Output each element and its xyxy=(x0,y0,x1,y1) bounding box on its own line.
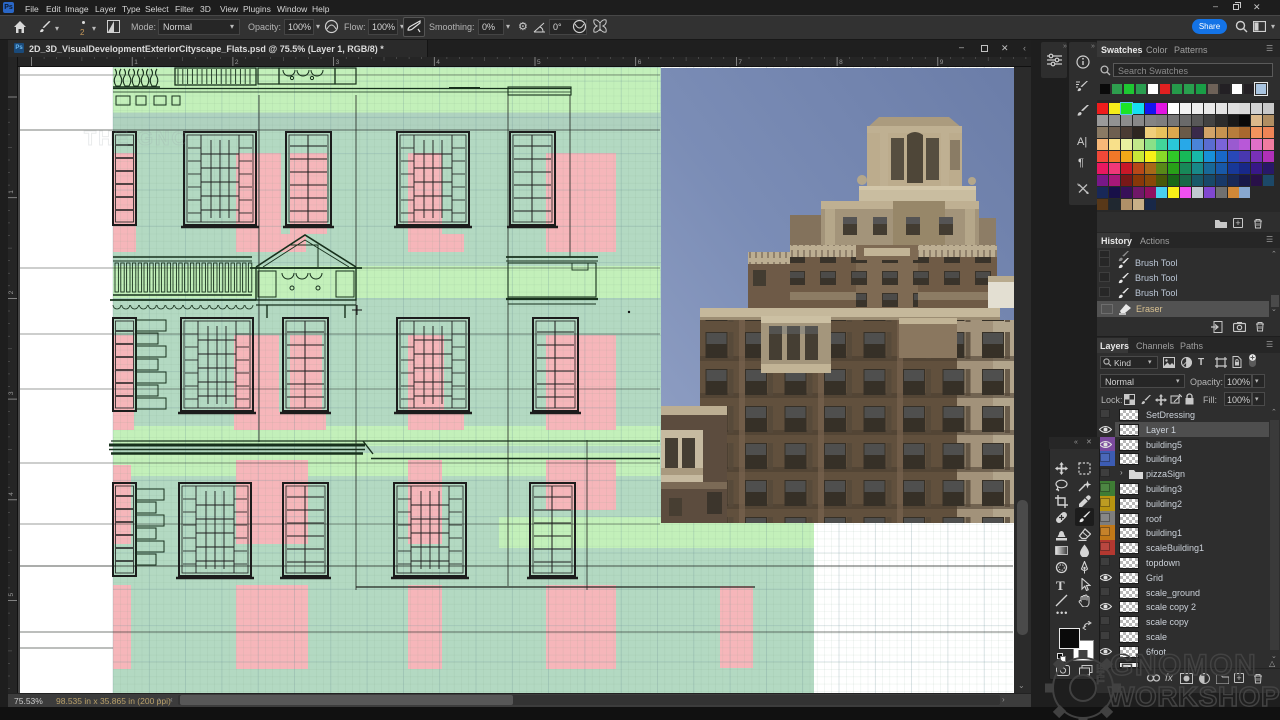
svg-text:8: 8 xyxy=(839,59,843,66)
svg-text:1: 1 xyxy=(8,190,15,194)
svg-text:2: 2 xyxy=(235,59,239,66)
svg-text:4: 4 xyxy=(8,492,15,496)
svg-text:THE: THE xyxy=(1096,664,1107,684)
svg-text:2: 2 xyxy=(8,290,15,294)
svg-text:GNOMON: GNOMON xyxy=(1110,649,1257,682)
svg-text:5: 5 xyxy=(8,593,15,597)
svg-text:WORKSHOP: WORKSHOP xyxy=(1108,681,1280,712)
svg-text:1: 1 xyxy=(134,59,138,66)
svg-text:3: 3 xyxy=(336,59,340,66)
svg-text:4: 4 xyxy=(436,59,440,66)
svg-text:3: 3 xyxy=(8,391,15,395)
svg-text:7: 7 xyxy=(738,59,742,66)
svg-text:5: 5 xyxy=(537,59,541,66)
svg-text:9: 9 xyxy=(940,59,944,66)
svg-text:6: 6 xyxy=(638,59,642,66)
svg-text:THE GNO: THE GNO xyxy=(84,128,189,150)
